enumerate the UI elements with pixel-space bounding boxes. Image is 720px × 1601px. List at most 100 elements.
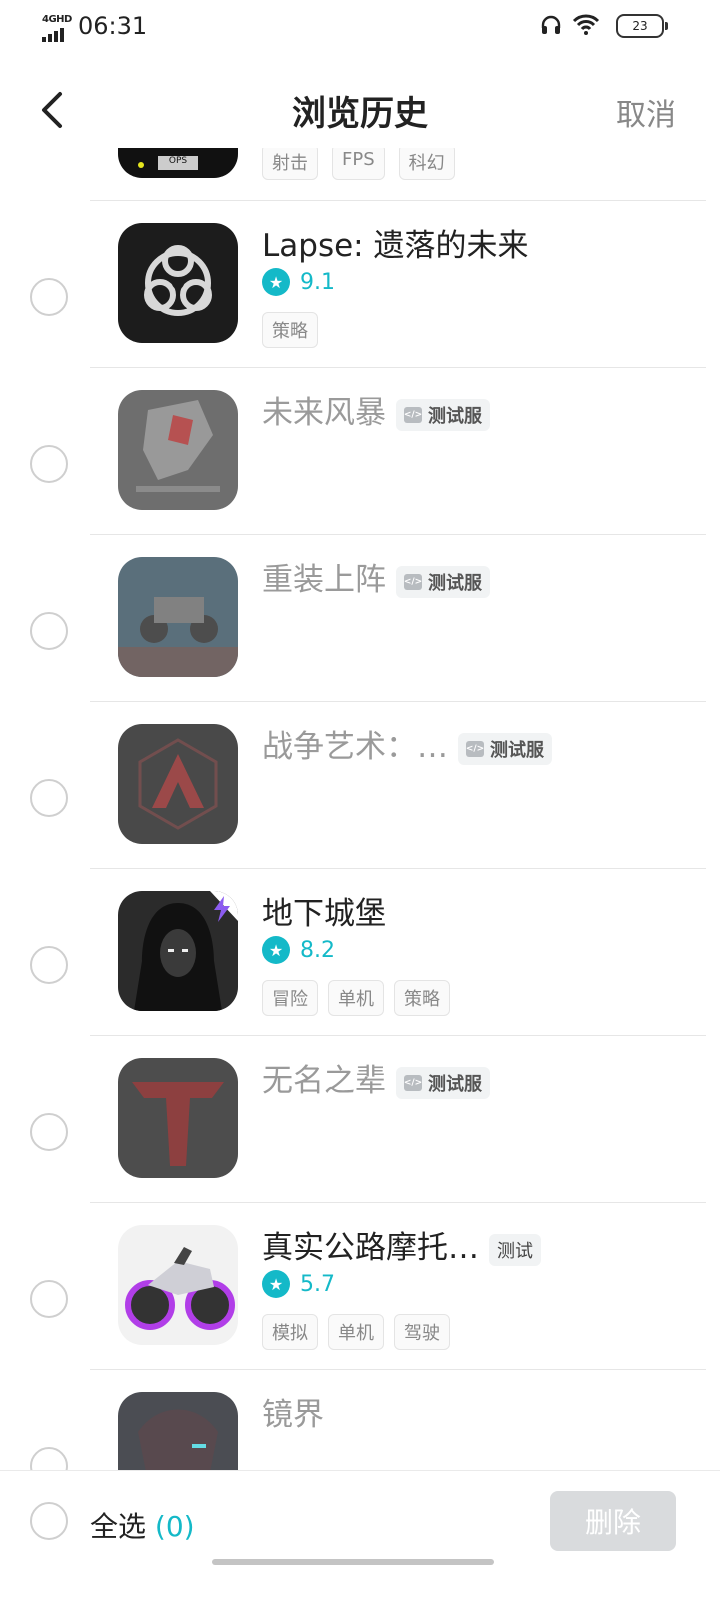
page-title: 浏览历史 xyxy=(292,94,428,134)
tag: 射击 xyxy=(262,148,318,180)
badge-label: 测试服 xyxy=(490,739,544,761)
code-icon: </> xyxy=(404,406,422,423)
code-icon: </> xyxy=(404,573,422,590)
history-list[interactable]: OPS 射击 FPS 科幻 Lapse: 遗落的未来 ★ 9.1 策略 未来风暴… xyxy=(0,148,720,1470)
divider xyxy=(90,1369,706,1370)
app-name: 真实公路摩托… 测试 xyxy=(262,1222,541,1267)
tag: 科幻 xyxy=(398,148,455,180)
badge-label: 测试服 xyxy=(428,405,482,427)
cancel-button[interactable]: 取消 xyxy=(616,90,676,134)
test-server-badge: </> 测试服 xyxy=(396,1066,490,1099)
tag: 单机 xyxy=(328,1314,384,1350)
app-icon[interactable] xyxy=(118,557,238,677)
tag: 驾驶 xyxy=(394,1314,450,1350)
app-name-text: 无名之辈 xyxy=(262,1063,386,1099)
badge-label: 测试服 xyxy=(428,572,482,594)
network-label: 4GHD xyxy=(42,14,72,25)
select-checkbox[interactable] xyxy=(30,1113,68,1151)
select-checkbox[interactable] xyxy=(30,1280,68,1318)
divider xyxy=(90,1202,706,1203)
badge-label: 测试服 xyxy=(428,1073,482,1095)
app-icon[interactable] xyxy=(118,390,238,510)
rating-score: 5.7 xyxy=(300,1271,335,1297)
headphones-icon xyxy=(541,15,561,34)
app-icon: OPS xyxy=(118,148,238,178)
battery-level: 23 xyxy=(632,19,648,33)
divider xyxy=(90,701,706,702)
rating-score: 9.1 xyxy=(300,269,335,295)
star-icon: ★ xyxy=(262,936,290,964)
rating: ★ 5.7 xyxy=(262,1270,335,1298)
tag: 单机 xyxy=(328,980,384,1016)
app-icon[interactable] xyxy=(118,1058,238,1178)
page-header: 浏览历史 取消 xyxy=(0,60,720,160)
select-all-text: 全选 xyxy=(90,1510,147,1543)
app-name: 无名之辈 </> 测试服 xyxy=(262,1055,490,1100)
wifi-icon xyxy=(572,14,600,35)
tag: FPS xyxy=(332,148,385,180)
clock: 06:31 xyxy=(78,12,148,40)
list-item[interactable]: 战争艺术：… </> 测试服 xyxy=(0,701,720,867)
list-item[interactable]: 重装上阵 </> 测试服 xyxy=(0,534,720,700)
tag: 冒险 xyxy=(262,980,318,1016)
app-icon[interactable] xyxy=(118,223,238,343)
rating: ★ 8.2 xyxy=(262,936,335,964)
list-item[interactable]: 镜界 xyxy=(0,1369,720,1470)
select-checkbox[interactable] xyxy=(30,779,68,817)
divider xyxy=(90,534,706,535)
app-name-text: 战争艺术：… xyxy=(262,729,448,765)
test-server-badge: </> 测试服 xyxy=(396,398,490,431)
app-name-text: 重装上阵 xyxy=(262,562,386,598)
list-item[interactable]: 未来风暴 </> 测试服 xyxy=(0,367,720,533)
tag-group: 策略 xyxy=(262,312,318,348)
test-badge: 测试 xyxy=(489,1233,541,1266)
divider xyxy=(90,868,706,869)
rating-score: 8.2 xyxy=(300,937,335,963)
select-checkbox[interactable] xyxy=(30,445,68,483)
selected-count: (0) xyxy=(154,1510,195,1543)
select-all-label[interactable]: 全选 (0) xyxy=(90,1505,195,1545)
bottom-action-bar: 全选 (0) 删除 xyxy=(0,1470,720,1601)
select-checkbox[interactable] xyxy=(30,612,68,650)
app-name: 重装上阵 </> 测试服 xyxy=(262,554,490,599)
code-icon: </> xyxy=(466,740,484,757)
list-item[interactable]: 真实公路摩托… 测试 ★ 5.7 模拟 单机 驾驶 xyxy=(0,1202,720,1368)
app-name: 未来风暴 </> 测试服 xyxy=(262,387,490,432)
select-checkbox[interactable] xyxy=(30,946,68,984)
select-checkbox[interactable] xyxy=(30,1447,68,1470)
divider xyxy=(90,1035,706,1036)
rating: ★ 9.1 xyxy=(262,268,335,296)
home-indicator[interactable] xyxy=(212,1559,494,1565)
app-name-text: 真实公路摩托… xyxy=(262,1230,479,1266)
tag-group: 冒险 单机 策略 xyxy=(262,980,450,1016)
status-bar: 4GHD 06:31 23 xyxy=(0,0,720,56)
app-name-text: 未来风暴 xyxy=(262,395,386,431)
tag: 模拟 xyxy=(262,1314,318,1350)
tag-group: 模拟 单机 驾驶 xyxy=(262,1314,450,1350)
app-icon[interactable] xyxy=(118,1392,238,1470)
delete-button[interactable]: 删除 xyxy=(550,1491,676,1551)
app-name: 战争艺术：… </> 测试服 xyxy=(262,721,552,766)
signal-icon xyxy=(42,28,64,42)
network-indicator: 4GHD xyxy=(42,14,72,42)
app-icon[interactable] xyxy=(118,724,238,844)
list-item[interactable]: 无名之辈 </> 测试服 xyxy=(0,1035,720,1201)
tag: 策略 xyxy=(262,312,318,348)
app-icon[interactable] xyxy=(118,1225,238,1345)
star-icon: ★ xyxy=(262,268,290,296)
tag: 策略 xyxy=(394,980,450,1016)
list-item[interactable]: 地下城堡 ★ 8.2 冒险 单机 策略 xyxy=(0,868,720,1034)
battery-icon: 23 xyxy=(616,14,668,38)
lightning-icon xyxy=(206,894,238,924)
select-all-checkbox[interactable] xyxy=(30,1502,68,1540)
test-server-badge: </> 测试服 xyxy=(396,565,490,598)
app-name: Lapse: 遗落的未来 xyxy=(262,228,529,264)
app-name: 地下城堡 xyxy=(262,896,386,932)
test-server-badge: </> 测试服 xyxy=(458,732,552,765)
divider xyxy=(90,200,706,201)
list-item[interactable]: Lapse: 遗落的未来 ★ 9.1 策略 xyxy=(0,200,720,366)
list-item-partial[interactable]: OPS 射击 FPS 科幻 xyxy=(0,148,720,188)
divider xyxy=(90,367,706,368)
tag-group: 射击 FPS 科幻 xyxy=(262,148,455,180)
select-checkbox[interactable] xyxy=(30,278,68,316)
